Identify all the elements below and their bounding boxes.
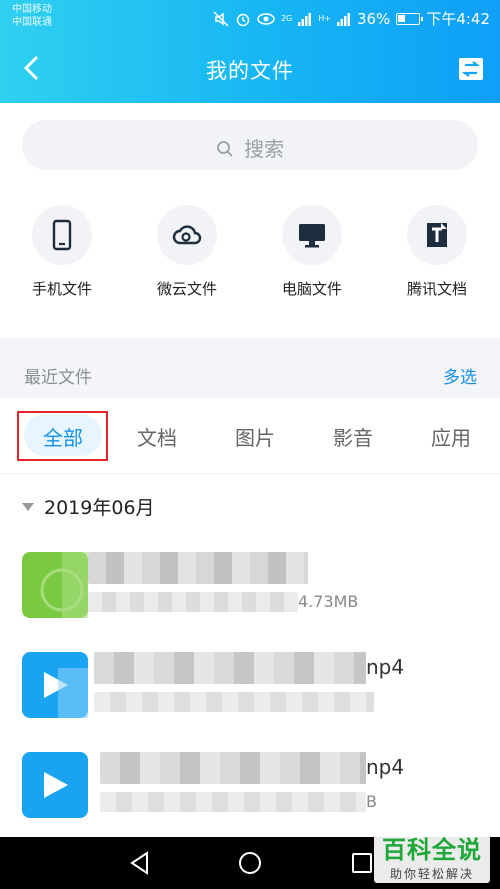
clock: 下午4:42 bbox=[426, 10, 490, 28]
carrier-1: 中国移动 bbox=[12, 4, 52, 15]
app-header: 中国移动 中国联通 2G H+ 36% 下午4:42 我的文件 bbox=[0, 0, 500, 103]
cloud-icon bbox=[172, 225, 202, 245]
apk-glyph-icon bbox=[40, 552, 88, 618]
tab-documents[interactable]: 文档 bbox=[112, 422, 202, 451]
recent-files-label: 最近文件 bbox=[24, 368, 92, 388]
group-date: 2019年06月 bbox=[44, 497, 155, 519]
transfer-button[interactable] bbox=[456, 54, 486, 84]
alarm-icon bbox=[236, 13, 250, 26]
file-list-item[interactable]: 4.73MB bbox=[0, 552, 500, 642]
recent-square-icon bbox=[352, 853, 372, 873]
tencent-doc-icon bbox=[427, 223, 447, 247]
shortcut-icon-bg bbox=[157, 205, 217, 265]
page-title: 我的文件 bbox=[206, 59, 294, 83]
apk-icon bbox=[22, 552, 88, 618]
nav-back-button[interactable] bbox=[127, 850, 153, 876]
file-name-suffix: np4 bbox=[366, 655, 405, 679]
signal-1-icon bbox=[298, 12, 312, 26]
computer-icon bbox=[299, 224, 325, 248]
video-icon bbox=[22, 752, 88, 818]
battery-percent: 36% bbox=[356, 9, 391, 28]
back-triangle-icon bbox=[130, 851, 148, 875]
carrier-2: 中国联通 bbox=[12, 17, 52, 28]
watermark-badge: 百科全说 助你轻松解决 bbox=[374, 827, 490, 883]
watermark-title: 百科全说 bbox=[382, 836, 482, 864]
shortcut-grid: 手机文件 微云文件 电脑文件 腾讯文档 bbox=[0, 205, 500, 315]
blurred-file-name bbox=[88, 552, 308, 584]
collapse-triangle-icon bbox=[22, 503, 34, 511]
shortcut-tencent-docs[interactable]: 腾讯文档 bbox=[382, 205, 492, 299]
tab-media[interactable]: 影音 bbox=[308, 422, 398, 451]
search-inner: 搜索 bbox=[22, 133, 478, 162]
shortcut-icon-bg bbox=[282, 205, 342, 265]
shortcut-cloud-files[interactable]: 微云文件 bbox=[132, 205, 242, 299]
shortcut-label: 微云文件 bbox=[156, 280, 217, 298]
network-2-label: H+ bbox=[318, 13, 331, 23]
file-type-tabs: 全部 文档 图片 影音 应用 bbox=[0, 398, 500, 474]
video-icon bbox=[22, 652, 88, 718]
blurred-file-meta bbox=[94, 692, 374, 712]
nav-recent-button[interactable] bbox=[349, 850, 375, 876]
blurred-file-meta bbox=[88, 592, 298, 612]
file-size: 4.73MB bbox=[298, 592, 359, 611]
blurred-file-name bbox=[100, 752, 366, 784]
battery-icon bbox=[396, 12, 424, 25]
shortcut-phone-files[interactable]: 手机文件 bbox=[7, 205, 117, 299]
highlight-annotation-box bbox=[17, 411, 108, 461]
network-1-label: 2G bbox=[280, 13, 293, 23]
carrier-info: 中国移动 中国联通 bbox=[12, 3, 52, 29]
status-bar: 中国移动 中国联通 2G H+ 36% 下午4:42 bbox=[0, 0, 500, 34]
file-list-item[interactable]: np4 bbox=[0, 652, 500, 742]
date-group-header[interactable]: 2019年06月 bbox=[22, 493, 155, 520]
shortcut-computer-files[interactable]: 电脑文件 bbox=[257, 205, 367, 299]
shortcut-label: 腾讯文档 bbox=[406, 280, 467, 298]
tab-apps[interactable]: 应用 bbox=[406, 422, 496, 451]
file-name-suffix: np4 bbox=[366, 755, 405, 779]
eye-icon bbox=[257, 12, 275, 25]
shortcut-icon-bg bbox=[32, 205, 92, 265]
shortcut-label: 电脑文件 bbox=[281, 280, 342, 298]
multi-select-button[interactable]: 多选 bbox=[443, 363, 477, 388]
blurred-file-name bbox=[94, 652, 366, 684]
search-icon bbox=[216, 141, 233, 157]
blurred-file-meta bbox=[100, 792, 366, 812]
watermark-subtitle: 助你轻松解决 bbox=[389, 867, 474, 881]
shortcut-label: 手机文件 bbox=[31, 280, 92, 298]
search-placeholder: 搜索 bbox=[244, 137, 285, 161]
mute-icon bbox=[213, 10, 229, 27]
play-icon bbox=[44, 772, 68, 798]
home-circle-icon bbox=[239, 852, 261, 874]
signal-2-icon bbox=[336, 12, 350, 26]
file-meta-suffix: B bbox=[366, 792, 377, 811]
play-icon bbox=[44, 668, 88, 718]
tab-images[interactable]: 图片 bbox=[210, 422, 300, 451]
status-icons: 2G H+ 36% 下午4:42 bbox=[213, 8, 490, 29]
transfer-icon bbox=[459, 58, 483, 80]
phone-icon bbox=[52, 219, 72, 251]
shortcut-icon-bg bbox=[407, 205, 467, 265]
search-bar[interactable]: 搜索 bbox=[22, 120, 478, 170]
nav-home-button[interactable] bbox=[237, 850, 263, 876]
